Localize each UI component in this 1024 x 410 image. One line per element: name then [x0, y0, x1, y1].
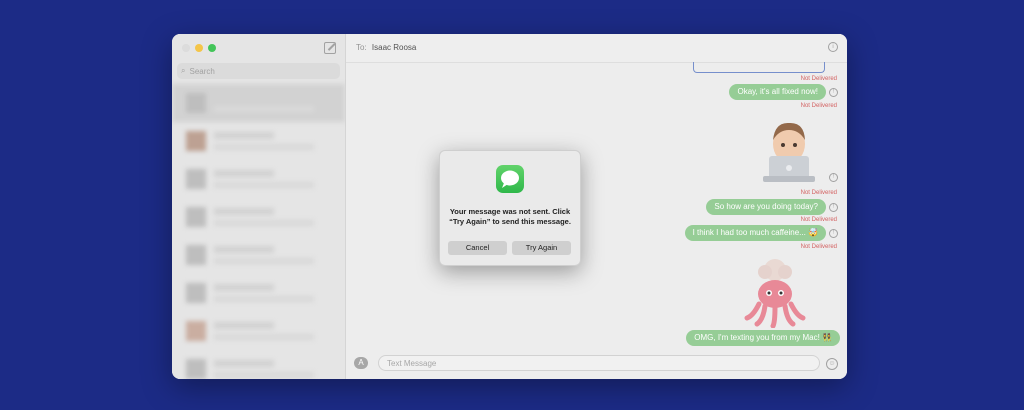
cancel-button[interactable]: Cancel — [448, 241, 507, 255]
messages-app-icon — [496, 165, 524, 193]
send-failed-dialog: Your message was not sent. Click “Try Ag… — [439, 150, 581, 266]
try-again-button[interactable]: Try Again — [512, 241, 571, 255]
dialog-message: Your message was not sent. Click “Try Ag… — [449, 207, 571, 226]
